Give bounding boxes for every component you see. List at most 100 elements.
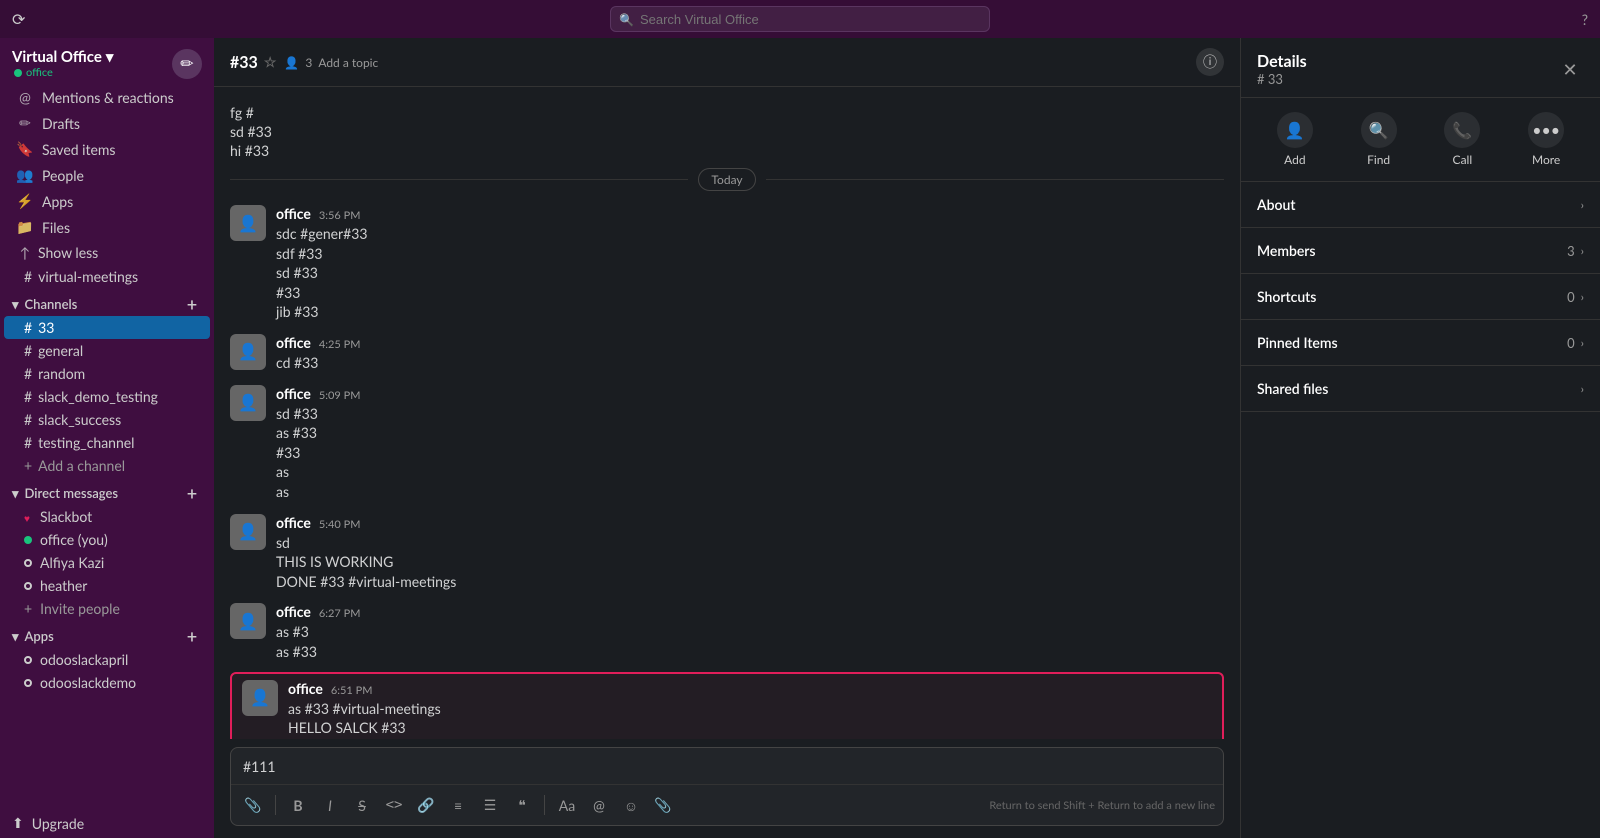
- hash-icon: #: [24, 365, 32, 382]
- sidebar-item-slackbot[interactable]: ♥ Slackbot: [4, 505, 210, 528]
- sidebar-item-files[interactable]: 📁 Files: [4, 214, 210, 240]
- bullet-list-button[interactable]: ☰: [476, 791, 504, 819]
- ordered-list-button[interactable]: ≡: [444, 791, 472, 819]
- emoji-button[interactable]: ☺: [617, 791, 645, 819]
- code-button[interactable]: <>: [380, 791, 408, 819]
- shortcuts-count: 0: [1567, 289, 1575, 305]
- chevron-right-icon: ›: [1581, 197, 1584, 212]
- message-text: as: [276, 462, 1224, 482]
- sidebar-item-channel-slack-demo-testing[interactable]: # slack_demo_testing: [4, 385, 210, 408]
- search-bar[interactable]: 🔍: [610, 6, 990, 32]
- channels-section-header[interactable]: ▾ Channels +: [0, 288, 214, 316]
- channel-star-icon[interactable]: ☆: [264, 53, 277, 71]
- mention-button[interactable]: @: [585, 791, 613, 819]
- detail-action-find[interactable]: 🔍 Find: [1361, 112, 1397, 167]
- block-button[interactable]: ❝: [508, 791, 536, 819]
- find-action-label: Find: [1367, 152, 1390, 167]
- detail-action-call[interactable]: 📞 Call: [1444, 112, 1480, 167]
- sidebar-item-virtual-meetings[interactable]: # virtual-meetings: [4, 265, 210, 288]
- app-name: odooslackapril: [40, 651, 128, 668]
- shortcuts-label: Shortcuts: [1257, 288, 1316, 305]
- plus-icon: +: [24, 457, 32, 474]
- info-button[interactable]: ⓘ: [1196, 48, 1224, 76]
- sidebar-item-odooslackapril[interactable]: odooslackapril: [4, 648, 210, 671]
- search-input[interactable]: [640, 12, 981, 27]
- message-text: sd: [276, 533, 1224, 553]
- sidebar-item-heather[interactable]: heather: [4, 574, 210, 597]
- attachment-button[interactable]: 📎: [649, 791, 677, 819]
- add-channel-icon[interactable]: +: [182, 294, 202, 314]
- sidebar-item-label: Files: [42, 219, 198, 236]
- sidebar-item-alfiya[interactable]: Alfiya Kazi: [4, 551, 210, 574]
- find-icon: 🔍: [1361, 112, 1397, 148]
- details-section-members[interactable]: Members 3 ›: [1241, 228, 1600, 274]
- workspace-info: Virtual Office ▾ office: [12, 48, 113, 79]
- message-author: office: [276, 603, 311, 620]
- sidebar-item-channel-slack-success[interactable]: # slack_success: [4, 408, 210, 431]
- message-group-highlighted: 👤 office 6:51 PM as #33 #virtual-meeting…: [230, 672, 1224, 740]
- message-plain: sd #33: [214, 122, 1240, 141]
- channel-panel: #33 ☆ 👤 3 Add a topic ⓘ fg # sd #33 hi #…: [214, 38, 1240, 838]
- bold-button[interactable]: B: [284, 791, 312, 819]
- sidebar-item-office[interactable]: office (you): [4, 528, 210, 551]
- sidebar-item-people[interactable]: 👥 People: [4, 162, 210, 188]
- message-toolbar: 📎 B I S <> 🔗 ≡ ☰ ❝ Aa @ ☺ 📎: [231, 784, 1223, 825]
- chevron-right-icon: ›: [1581, 335, 1584, 350]
- add-dm-icon[interactable]: +: [182, 483, 202, 503]
- history-icon[interactable]: ⟳: [12, 10, 25, 29]
- upgrade-button[interactable]: ⬆ Upgrade: [0, 808, 214, 838]
- channel-name: slack_demo_testing: [38, 388, 158, 405]
- sidebar-item-mentions[interactable]: @ Mentions & reactions: [4, 85, 210, 110]
- message-author: office: [276, 205, 311, 222]
- message-input-text[interactable]: #111: [231, 748, 1223, 784]
- strikethrough-button[interactable]: S: [348, 791, 376, 819]
- apps-label: Apps: [25, 628, 54, 644]
- format-button[interactable]: Aa: [553, 791, 581, 819]
- sidebar-item-drafts[interactable]: ✏ Drafts: [4, 110, 210, 136]
- message-time: 4:25 PM: [319, 338, 361, 351]
- workspace-header[interactable]: Virtual Office ▾ office ✏: [0, 38, 214, 85]
- details-section-shortcuts[interactable]: Shortcuts 0 ›: [1241, 274, 1600, 320]
- apps-collapse-icon: ▾: [12, 628, 19, 645]
- channels-label: Channels: [25, 296, 78, 312]
- help-icon[interactable]: ?: [1582, 11, 1588, 28]
- sidebar-item-add-channel[interactable]: + Add a channel: [4, 454, 210, 477]
- search-icon: 🔍: [619, 12, 634, 27]
- add-action-label: Add: [1284, 152, 1305, 167]
- sidebar-item-channel-random[interactable]: # random: [4, 362, 210, 385]
- dm-label: Direct messages: [25, 485, 119, 501]
- detail-action-add[interactable]: 👤 Add: [1277, 112, 1313, 167]
- attach-button[interactable]: 📎: [239, 791, 267, 819]
- sidebar-item-invite-people[interactable]: + Invite people: [4, 597, 210, 620]
- sidebar-item-saved[interactable]: 🔖 Saved items: [4, 136, 210, 162]
- message-meta: office 3:56 PM: [276, 205, 1224, 222]
- dm-section-header[interactable]: ▾ Direct messages +: [0, 477, 214, 505]
- workspace-status: office: [12, 66, 113, 79]
- shortcuts-right: 0 ›: [1567, 289, 1584, 305]
- apps-section-header[interactable]: ▾ Apps +: [0, 620, 214, 648]
- details-section-about[interactable]: About ›: [1241, 182, 1600, 228]
- sidebar-item-show-less[interactable]: ↑ Show less: [4, 240, 210, 265]
- sidebar-item-odooslackdemo[interactable]: odooslackdemo: [4, 671, 210, 694]
- hash-icon: #: [24, 268, 32, 285]
- sidebar-item-channel-general[interactable]: # general: [4, 339, 210, 362]
- channel-name: random: [38, 365, 85, 382]
- message-text: as #33: [276, 423, 1224, 443]
- close-button[interactable]: ✕: [1556, 56, 1584, 84]
- link-button[interactable]: 🔗: [412, 791, 440, 819]
- details-section-shared-files[interactable]: Shared files ›: [1241, 366, 1600, 412]
- sidebar-item-apps[interactable]: ⚡ Apps: [4, 188, 210, 214]
- details-section-pinned[interactable]: Pinned Items 0 ›: [1241, 320, 1600, 366]
- sidebar-item-channel-33[interactable]: # 33: [4, 316, 210, 339]
- message-text: sdc #gener#33: [276, 224, 1224, 244]
- italic-button[interactable]: I: [316, 791, 344, 819]
- message-plain: fg #: [214, 103, 1240, 122]
- message-group: 👤 office 3:56 PM sdc #gener#33 sdf #33 s…: [214, 199, 1240, 328]
- content-area: #33 ☆ 👤 3 Add a topic ⓘ fg # sd #33 hi #…: [214, 38, 1600, 838]
- add-topic-label[interactable]: Add a topic: [318, 55, 378, 70]
- sidebar-item-channel-testing-channel[interactable]: # testing_channel: [4, 431, 210, 454]
- add-apps-icon[interactable]: +: [182, 626, 202, 646]
- compose-button[interactable]: ✏: [172, 49, 202, 79]
- detail-action-more[interactable]: ••• More: [1528, 112, 1564, 167]
- presence-icon: [24, 656, 32, 664]
